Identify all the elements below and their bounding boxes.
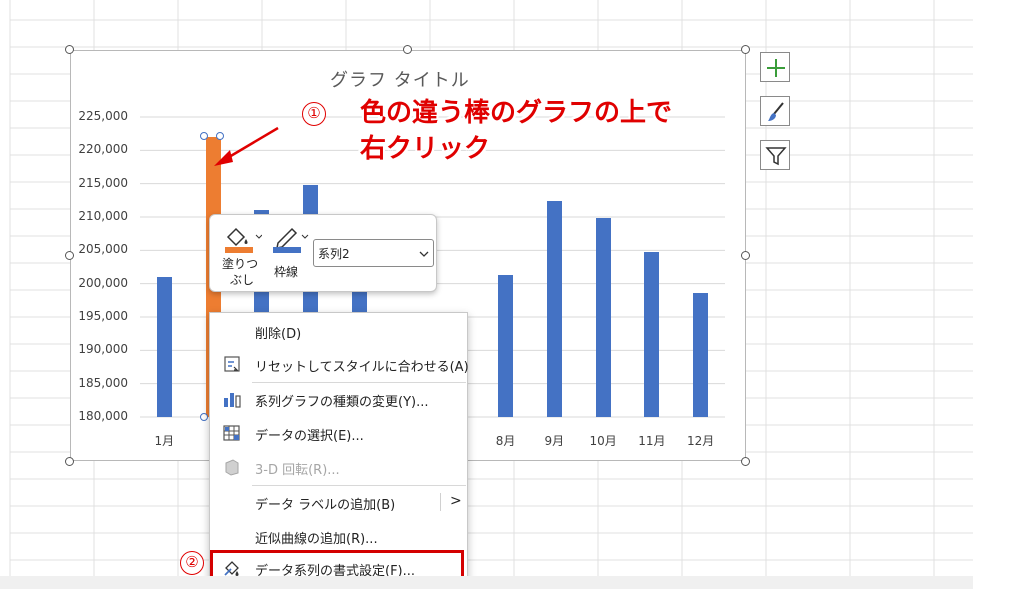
context-menu: 削除(D) リセットしてスタイルに合わせる(A) 系列グラフの種類の変更(Y).… [209,312,469,589]
menu-item-3d-rotation: 3-D 回転(R)... [210,452,467,482]
outline-button[interactable]: 枠線 [268,219,310,287]
horizontal-scrollbar[interactable] [0,576,973,589]
menu-item-change-chart-type[interactable]: 系列グラフの種類の変更(Y)... [210,384,467,414]
step1-text-line1: 色の違う棒のグラフの上で [360,98,673,128]
menu-item-label: データ ラベルの追加(B) [255,498,396,513]
fill-label-line2: ぶし [230,273,255,287]
reset-style-icon [224,356,240,372]
menu-item-label: 削除(D) [255,327,302,342]
step1-number: ① [302,102,326,126]
annotation-arrow [214,126,279,166]
chevron-down-icon [419,251,429,257]
menu-item-delete[interactable]: 削除(D) [210,316,467,346]
series-select[interactable]: 系列2 [313,239,434,267]
fill-button[interactable]: 塗りつ ぶし [218,219,264,287]
menu-item-label: リセットしてスタイルに合わせる(A) [255,360,469,375]
step2-number: ② [180,551,204,575]
outline-label: 枠線 [274,265,299,279]
select-data-icon [223,425,240,441]
change-chart-type-icon [224,393,241,408]
fill-label-line1: 塗りつ [222,257,259,271]
mini-format-toolbar: 塗りつ ぶし 枠線 系列2 [209,214,437,292]
outline-pen-icon [273,227,309,253]
menu-item-label: データの選択(E)... [255,429,364,444]
step1-text-line2: 右クリック [360,134,491,164]
menu-item-reset-style[interactable]: リセットしてスタイルに合わせる(A) [210,349,469,379]
menu-item-label: 系列グラフの種類の変更(Y)... [255,395,429,410]
3d-rotation-icon [225,459,239,476]
series-select-value: 系列2 [318,247,350,261]
menu-item-label: 3-D 回転(R)... [255,463,340,478]
submenu-divider [440,493,441,511]
menu-item-add-data-labels[interactable]: データ ラベルの追加(B) > [210,487,467,517]
menu-item-add-trendline[interactable]: 近似曲線の追加(R)... [210,521,467,551]
menu-item-select-data[interactable]: データの選択(E)... [210,418,467,448]
menu-item-label: 近似曲線の追加(R)... [255,532,378,547]
fill-bucket-icon [225,227,262,253]
submenu-arrow-icon: > [450,493,462,509]
